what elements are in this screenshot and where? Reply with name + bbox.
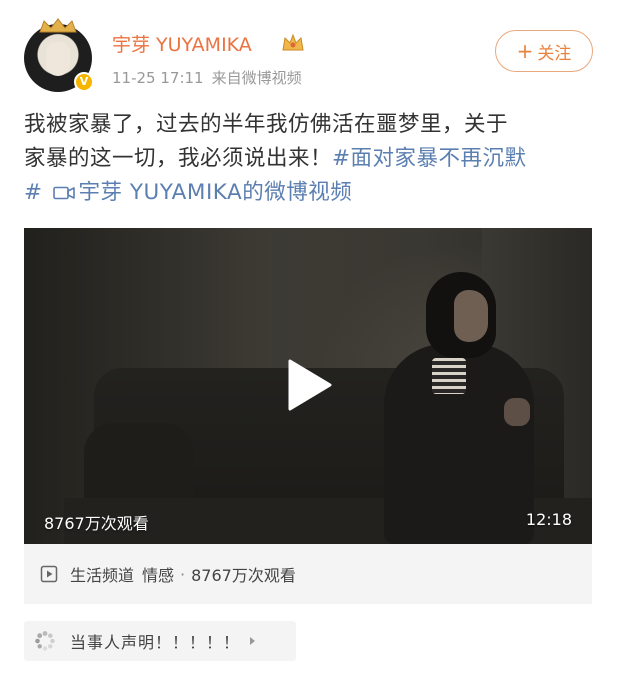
spinner-icon bbox=[35, 631, 55, 651]
statement-link[interactable]: 当事人声明！！！！！ bbox=[24, 621, 296, 661]
video-views-overlay: 8767万次观看 bbox=[44, 514, 149, 533]
video-info-bar[interactable]: 生活频道 情感 · 8767万次观看 bbox=[24, 544, 592, 604]
post-meta: 11-25 17:11 来自微博视频 bbox=[112, 67, 302, 88]
follow-button[interactable]: + 关注 bbox=[495, 30, 593, 72]
video-play-square-icon bbox=[40, 565, 58, 583]
hashtag-link[interactable]: #面对家暴不再沉默 bbox=[332, 146, 527, 171]
video-info-views: 8767万次观看 bbox=[191, 566, 296, 585]
avatar[interactable]: V bbox=[24, 18, 94, 92]
video-frame-person-hand bbox=[504, 398, 530, 426]
video-source-link[interactable]: 宇芽 YUYAMIKA的微博视频 bbox=[79, 180, 353, 205]
post-timestamp: 11-25 17:11 bbox=[112, 69, 204, 87]
plus-icon: + bbox=[516, 39, 534, 63]
triangle-right-icon bbox=[250, 637, 256, 645]
video-category[interactable]: 情感 bbox=[142, 562, 174, 586]
vip-crown-icon[interactable] bbox=[281, 32, 305, 52]
username[interactable]: 宇芽 YUYAMIKA bbox=[112, 30, 252, 57]
hashtag-end[interactable]: # bbox=[24, 180, 43, 205]
post-source[interactable]: 来自微博视频 bbox=[212, 69, 302, 87]
post-text-line1: 我被家暴了，过去的半年我仿佛活在噩梦里，关于 bbox=[24, 112, 509, 137]
video-frame-person-shirt bbox=[432, 358, 466, 394]
weibo-post-card: V 宇芽 YUYAMIKA 11-25 17:11 来自微博视频 + 关注 我被家… bbox=[0, 0, 624, 681]
video-channel[interactable]: 生活频道 bbox=[70, 562, 134, 586]
play-icon[interactable] bbox=[286, 358, 334, 412]
verified-badge-icon: V bbox=[74, 72, 94, 92]
statement-text: 当事人声明！！！！！ bbox=[70, 633, 241, 652]
video-info-separator: · bbox=[180, 564, 186, 584]
post-text: 我被家暴了，过去的半年我仿佛活在噩梦里，关于 家暴的这一切，我必须说出来！#面对… bbox=[24, 108, 600, 210]
video-frame-person-face bbox=[454, 290, 488, 342]
video-duration: 12:18 bbox=[525, 510, 572, 529]
video-player[interactable]: 8767万次观看 12:18 bbox=[24, 228, 592, 544]
avatar-crown-decoration bbox=[39, 18, 77, 33]
avatar-face bbox=[46, 42, 70, 76]
post-text-line2: 家暴的这一切，我必须说出来！ bbox=[24, 146, 333, 171]
video-camera-icon bbox=[52, 186, 75, 200]
follow-label: 关注 bbox=[537, 43, 572, 64]
